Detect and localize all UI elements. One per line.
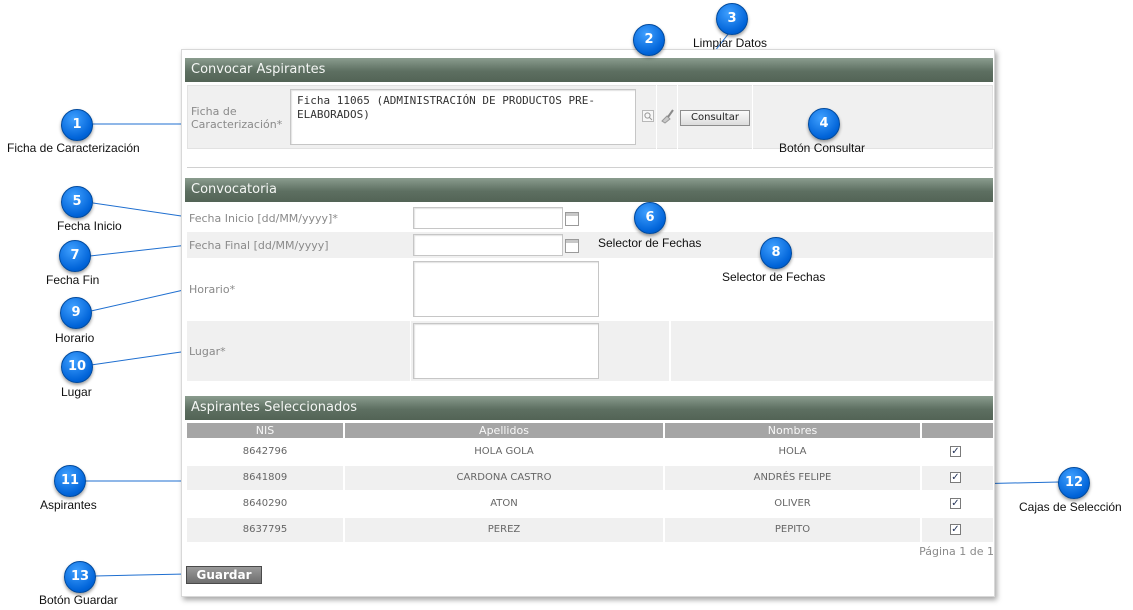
annotation-label-1: Ficha de Caracterización (7, 141, 140, 155)
horario-label: Horario* (189, 283, 236, 296)
annotation-bubble-10: 10 (61, 351, 93, 383)
annotation-label-8: Selector de Fechas (722, 270, 826, 284)
fecha-final-label: Fecha Final [dd/MM/yyyy] (189, 239, 329, 252)
ficha-divider-2 (677, 85, 678, 149)
lugar-divider-2 (669, 321, 671, 381)
table-cell-apellidos: CARDONA CASTRO (456, 472, 552, 483)
table-cell-nombres: OLIVER (774, 498, 811, 509)
column-header-apellidos: Apellidos (345, 423, 663, 438)
annotation-label-4: Botón Consultar (779, 141, 866, 155)
form-panel: Convocar Aspirantes Ficha de Caracteriza… (181, 49, 995, 597)
annotation-label-7: Fecha Fin (46, 273, 100, 287)
lugar-divider-1 (410, 321, 411, 381)
section-header-aspirantes: Aspirantes Seleccionados (185, 396, 993, 420)
horario-textarea[interactable] (413, 261, 599, 317)
ficha-label-line2: Caracterización* (191, 118, 283, 131)
annotation-bubble-1: 1 (61, 109, 93, 141)
section-header-convocatoria: Convocatoria (185, 178, 993, 202)
guardar-button[interactable]: Guardar (186, 566, 262, 584)
column-header-nis: NIS (187, 423, 343, 438)
annotation-bubble-8: 8 (760, 237, 792, 269)
row-checkbox[interactable]: ✓ (950, 498, 961, 509)
calendar-icon[interactable] (565, 239, 579, 253)
lugar-label: Lugar* (189, 345, 226, 358)
table-cell-apellidos: HOLA GOLA (474, 446, 534, 457)
table-cell-nis: 8640290 (242, 498, 288, 509)
fecha-final-input[interactable] (413, 234, 563, 256)
annotation-bubble-5: 5 (61, 186, 93, 218)
annotation-label-11: Aspirantes (40, 498, 97, 512)
calendar-icon[interactable] (565, 212, 579, 226)
annotation-label-13: Botón Guardar (39, 593, 118, 607)
ficha-textarea[interactable]: Ficha 11065 (ADMINISTRACIÓN DE PRODUCTOS… (290, 89, 636, 145)
row-checkbox[interactable]: ✓ (950, 472, 961, 483)
fecha-inicio-label: Fecha Inicio [dd/MM/yyyy]* (189, 212, 338, 225)
row-checkbox[interactable]: ✓ (950, 446, 961, 457)
annotation-label-10: Lugar (61, 385, 92, 399)
section-separator (187, 167, 993, 168)
table-cell-nis: 8641809 (242, 472, 288, 483)
table-cell-nis: 8642796 (242, 446, 288, 457)
annotation-bubble-6: 6 (634, 202, 666, 234)
row-checkbox[interactable]: ✓ (950, 524, 961, 535)
annotation-bubble-3: 3 (716, 3, 748, 35)
consultar-button[interactable]: Consultar (680, 110, 750, 126)
annotation-bubble-13: 13 (64, 561, 96, 593)
annotation-bubble-11: 11 (54, 465, 86, 497)
annotation-label-12: Cajas de Selección (1019, 500, 1122, 514)
table-cell-nombres: ANDRÉS FELIPE (753, 472, 832, 483)
table-cell-nis: 8637795 (242, 524, 288, 535)
ficha-label-line1: Ficha de (191, 105, 237, 118)
row-divider-3 (920, 466, 922, 490)
row-divider-3 (920, 518, 922, 542)
section-header-convocar: Convocar Aspirantes (185, 58, 993, 82)
annotation-bubble-4: 4 (808, 108, 840, 140)
column-header-select (922, 423, 993, 438)
annotation-bubble-12: 12 (1058, 467, 1090, 499)
annotation-label-3: Limpiar Datos (693, 36, 768, 50)
ficha-divider-3 (752, 85, 753, 149)
pagination-text: Página 1 de 1 (919, 545, 994, 558)
broom-icon[interactable] (659, 108, 675, 124)
table-cell-apellidos: PEREZ (487, 524, 521, 535)
ficha-divider-1 (656, 85, 657, 149)
annotation-label-5: Fecha Inicio (57, 219, 122, 233)
column-header-nombres: Nombres (665, 423, 920, 438)
table-cell-nombres: PEPITO (774, 524, 811, 535)
annotation-label-6: Selector de Fechas (598, 236, 702, 250)
table-cell-apellidos: ATON (490, 498, 518, 509)
annotation-bubble-9: 9 (60, 297, 92, 329)
table-cell-nombres: HOLA (778, 446, 807, 457)
fecha-inicio-input[interactable] (413, 207, 563, 229)
lugar-textarea[interactable] (413, 323, 599, 379)
annotation-bubble-7: 7 (59, 240, 91, 272)
annotation-label-9: Horario (55, 331, 95, 345)
search-icon[interactable] (642, 110, 654, 122)
annotation-bubble-2: 2 (633, 24, 665, 56)
